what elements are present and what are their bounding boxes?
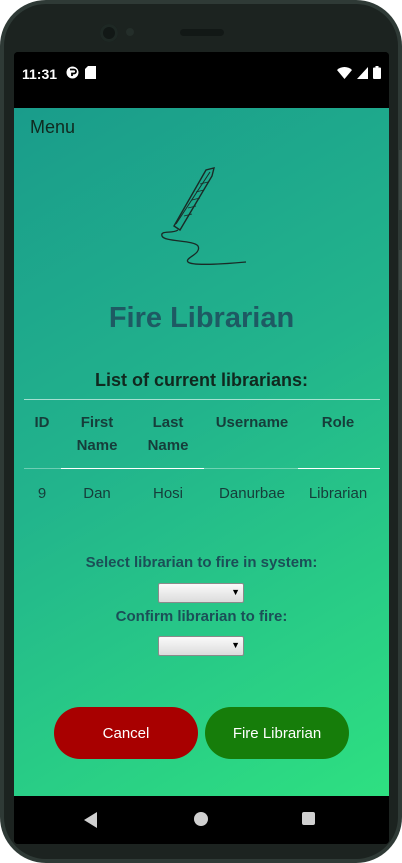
cell-role: Librarian (308, 485, 368, 502)
signal-icon (357, 66, 368, 79)
confirm-librarian-dropdown[interactable]: ▼ (158, 636, 244, 656)
app-notification-icon (66, 66, 79, 79)
header-id: ID (34, 414, 50, 431)
status-bar: 11:31 (14, 52, 389, 108)
screen: 11:31 Menu Fire Librarian List of curren… (14, 52, 389, 844)
cell-last-name: Hosi (152, 485, 183, 502)
header-role-underline (298, 468, 380, 469)
sd-card-icon (85, 66, 96, 79)
cell-username: Danurbae (219, 485, 285, 502)
status-system-icons (337, 66, 381, 79)
header-role: Role (321, 414, 355, 431)
header-last-name: Last Name (136, 411, 200, 457)
back-triangle-icon[interactable] (84, 812, 98, 828)
status-time: 11:31 (22, 66, 58, 82)
navigation-bar (14, 796, 389, 844)
dropdown-arrow-icon: ▼ (231, 587, 240, 597)
list-heading: List of current librarians: (94, 370, 309, 390)
menu-button[interactable]: Menu (30, 117, 75, 138)
quill-pen-icon (161, 167, 247, 265)
app-content: Menu Fire Librarian List of current libr… (14, 108, 389, 796)
fire-librarian-button[interactable]: Fire Librarian (205, 707, 349, 759)
cell-id: 9 (37, 485, 47, 502)
recents-square-icon[interactable] (302, 812, 315, 825)
header-last-name-line1: Last (152, 414, 184, 431)
header-name-underline (61, 468, 204, 469)
header-first-name: First Name (66, 411, 128, 457)
header-username: Username (215, 414, 289, 431)
dropdown-arrow-icon: ▼ (231, 640, 240, 650)
cell-first-name: Dan (83, 485, 111, 502)
header-first-name-line2: Name (76, 437, 118, 454)
header-first-name-line1: First (80, 414, 114, 431)
table-top-rule (24, 399, 380, 400)
wifi-icon (337, 66, 352, 79)
earpiece-speaker (180, 29, 224, 36)
confirm-librarian-label: Confirm librarian to fire: (115, 608, 288, 625)
cancel-button[interactable]: Cancel (54, 707, 198, 759)
camera-sensor (126, 28, 134, 36)
home-circle-icon[interactable] (194, 812, 208, 826)
select-librarian-dropdown[interactable]: ▼ (158, 583, 244, 603)
phone-frame: 11:31 Menu Fire Librarian List of curren… (0, 0, 402, 863)
battery-icon (373, 66, 381, 79)
status-notifications (66, 66, 96, 79)
header-last-name-line2: Name (147, 437, 189, 454)
page-title: Fire Librarian (108, 302, 295, 334)
front-camera (100, 24, 118, 42)
select-librarian-label: Select librarian to fire in system: (85, 554, 318, 571)
